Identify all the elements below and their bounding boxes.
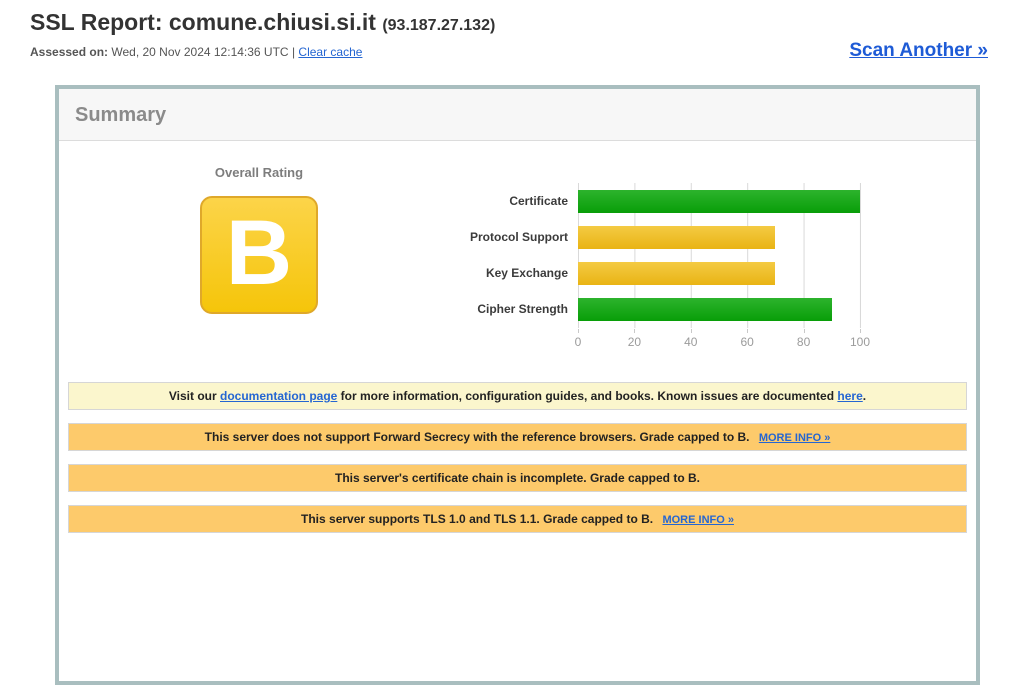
chart-bar <box>578 190 860 213</box>
chart-x-axis: 020406080100 <box>578 329 862 351</box>
tls-version-warning: This server supports TLS 1.0 and TLS 1.1… <box>68 505 967 533</box>
chart-bar-row: Key Exchange <box>398 255 860 291</box>
overall-rating-label: Overall Rating <box>188 165 330 180</box>
chart-category-label: Cipher Strength <box>398 302 578 316</box>
certificate-chain-warning: This server's certificate chain is incom… <box>68 464 967 492</box>
axis-tick-label: 20 <box>628 335 641 349</box>
axis-tick-mark <box>634 329 635 333</box>
documentation-page-link[interactable]: documentation page <box>220 389 337 403</box>
chart-bar <box>578 226 775 249</box>
forward-secrecy-warning: This server does not support Forward Sec… <box>68 423 967 451</box>
scan-another-link[interactable]: Scan Another » <box>849 40 988 62</box>
axis-tick-label: 40 <box>684 335 697 349</box>
axis-tick-mark <box>860 329 861 333</box>
axis-tick-mark <box>804 329 805 333</box>
known-issues-link[interactable]: here <box>837 389 862 403</box>
axis-tick-mark <box>747 329 748 333</box>
chart-category-label: Key Exchange <box>398 266 578 280</box>
axis-tick-label: 80 <box>797 335 810 349</box>
certificate-chain-text: This server's certificate chain is incom… <box>335 471 700 485</box>
chart-bar <box>578 262 775 285</box>
summary-panel-header: Summary <box>59 89 976 141</box>
assessed-label: Assessed on: <box>30 45 108 59</box>
rating-bar-chart: Certificate Protocol Support Key Exchange C… <box>398 183 860 327</box>
axis-tick-label: 100 <box>850 335 870 349</box>
axis-tick-mark <box>578 329 579 333</box>
chart-bar-row: Certificate <box>398 183 860 219</box>
forward-secrecy-text: This server does not support Forward Sec… <box>205 430 750 444</box>
tls-version-more-info-link[interactable]: MORE INFO » <box>662 514 734 526</box>
axis-tick-label: 0 <box>575 335 582 349</box>
doc-notice-post: . <box>863 389 866 403</box>
doc-notice-mid: for more information, configuration guid… <box>337 389 837 403</box>
tls-version-text: This server supports TLS 1.0 and TLS 1.1… <box>301 512 653 526</box>
assessed-value: Wed, 20 Nov 2024 12:14:36 UTC <box>111 45 288 59</box>
doc-notice-pre: Visit our <box>169 389 220 403</box>
summary-panel: Summary Overall Rating B Certificate Prot… <box>55 85 980 685</box>
summary-panel-body: Overall Rating B Certificate Protocol Sup… <box>59 141 976 681</box>
assessed-line: Assessed on: Wed, 20 Nov 2024 12:14:36 U… <box>30 45 362 59</box>
clear-cache-link[interactable]: Clear cache <box>298 45 362 59</box>
chart-bar-row: Protocol Support <box>398 219 860 255</box>
documentation-notice: Visit our documentation page for more in… <box>68 382 967 410</box>
axis-tick-mark <box>691 329 692 333</box>
separator: | <box>292 45 295 59</box>
chart-category-label: Certificate <box>398 194 578 208</box>
chart-category-label: Protocol Support <box>398 230 578 244</box>
chart-rows: Certificate Protocol Support Key Exchange C… <box>398 183 860 327</box>
page-title: SSL Report: comune.chiusi.si.it (93.187.… <box>30 9 495 36</box>
summary-title: Summary <box>75 104 166 126</box>
forward-secrecy-more-info-link[interactable]: MORE INFO » <box>759 432 831 444</box>
grade-badge: B <box>200 196 318 314</box>
report-ip: (93.187.27.132) <box>382 17 495 34</box>
chart-bar-row: Cipher Strength <box>398 291 860 327</box>
report-hostname: SSL Report: comune.chiusi.si.it <box>30 9 376 35</box>
axis-tick-label: 60 <box>741 335 754 349</box>
chart-bar <box>578 298 832 321</box>
